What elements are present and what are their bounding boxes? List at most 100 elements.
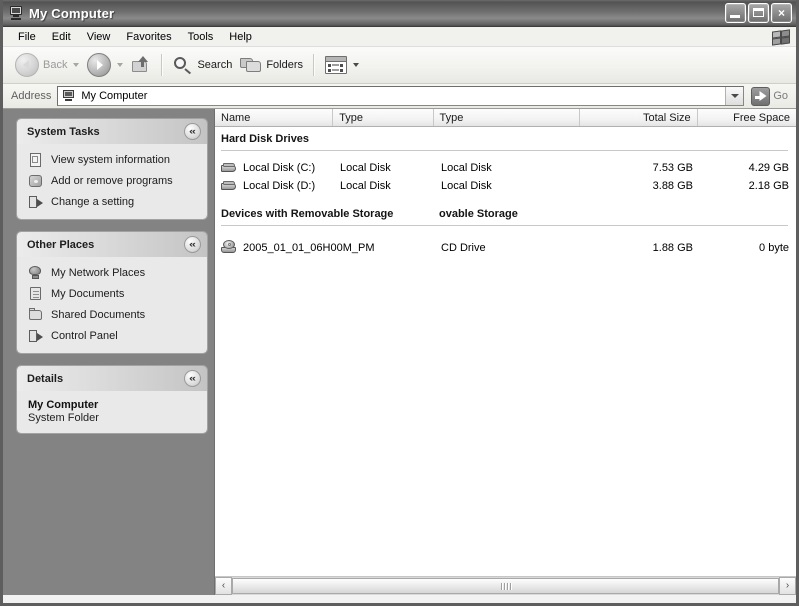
hard-disk-icon — [221, 179, 238, 193]
cell-free-space: 2.18 GB — [748, 179, 789, 192]
search-icon — [173, 55, 193, 75]
table-row[interactable]: Local Disk (D:) Local Disk Local Disk 3.… — [215, 177, 796, 194]
column-header-row: Name Type Type Total Size Free Space — [215, 109, 796, 127]
cell-type-2: CD Drive — [441, 241, 486, 254]
panel-header-other-places[interactable]: Other Places « — [17, 232, 207, 257]
scrollbar-thumb[interactable] — [232, 578, 779, 594]
column-header-name[interactable]: Name — [215, 109, 334, 126]
row-name-label: 2005_01_01_06H00M_PM — [243, 241, 375, 254]
scroll-right-button[interactable]: › — [779, 577, 796, 595]
address-input[interactable]: My Computer — [57, 86, 745, 106]
row-name-label: Local Disk (D:) — [243, 179, 316, 192]
panel-other-places: Other Places « My Network Places My Docu… — [17, 232, 207, 353]
column-header-total-size[interactable]: Total Size — [580, 109, 698, 126]
collapse-button-other-places[interactable]: « — [184, 236, 201, 253]
sidebar-item-label: My Network Places — [51, 267, 146, 279]
up-button[interactable] — [127, 50, 155, 80]
column-header-type-2[interactable]: Type — [434, 109, 581, 126]
go-button[interactable]: Go — [751, 86, 792, 106]
address-dropdown-button[interactable] — [725, 87, 744, 105]
back-dropdown-icon[interactable] — [73, 63, 80, 67]
table-row[interactable]: 2005_01_01_06H00M_PM CD Drive 1.88 GB 0 … — [215, 239, 796, 256]
panel-header-system-tasks[interactable]: System Tasks « — [17, 119, 207, 144]
sidebar-item-label: Change a setting — [51, 196, 135, 208]
panel-body-system-tasks: View system information Add or remove pr… — [17, 144, 207, 219]
menu-item-view[interactable]: View — [79, 29, 119, 45]
sidebar-item-my-documents[interactable]: My Documents — [28, 286, 199, 302]
back-label: Back — [43, 59, 68, 71]
close-icon: × — [777, 6, 785, 20]
minimize-button[interactable] — [725, 3, 746, 23]
cell-type-1: Local Disk — [340, 161, 391, 174]
folders-button[interactable]: Folders — [236, 50, 307, 80]
back-button[interactable]: Back — [11, 50, 83, 80]
network-places-icon — [28, 265, 44, 281]
panel-system-tasks: System Tasks « View system information A… — [17, 119, 207, 219]
group-header-hard-disk-drives[interactable]: Hard Disk Drives — [221, 133, 309, 145]
address-label: Address — [11, 90, 52, 102]
add-remove-programs-icon — [28, 173, 44, 189]
horizontal-scrollbar[interactable]: ‹ › — [215, 576, 796, 595]
repaint-artifact-text: ovable Storage — [439, 208, 518, 220]
table-row[interactable]: Local Disk (C:) Local Disk Local Disk 7.… — [215, 159, 796, 176]
cell-type-2: Local Disk — [441, 179, 492, 192]
up-folder-icon — [131, 55, 151, 75]
my-computer-small-icon — [62, 89, 76, 103]
forward-button[interactable] — [83, 50, 127, 80]
hard-disk-icon — [221, 161, 238, 175]
file-list-pane: Name Type Type Total Size Free Space Har… — [215, 109, 796, 595]
task-pane: System Tasks « View system information A… — [3, 109, 215, 595]
shared-documents-folder-icon — [28, 307, 44, 323]
search-button[interactable]: Search — [169, 50, 236, 80]
sidebar-item-control-panel[interactable]: Control Panel — [28, 328, 199, 344]
menu-item-edit[interactable]: Edit — [44, 29, 79, 45]
chevron-up-icon: « — [188, 126, 197, 136]
views-grid-icon — [325, 56, 348, 74]
collapse-button-system-tasks[interactable]: « — [184, 123, 201, 140]
toolbar: Back Search Folders — [3, 47, 796, 84]
scroll-left-button[interactable]: ‹ — [215, 577, 232, 595]
menu-item-favorites[interactable]: Favorites — [118, 29, 179, 45]
views-button[interactable] — [321, 50, 363, 80]
cd-drive-icon — [221, 240, 238, 255]
cell-free-space: 4.29 GB — [748, 161, 789, 174]
sidebar-item-shared-documents[interactable]: Shared Documents — [28, 307, 199, 323]
panel-title-other-places: Other Places — [27, 238, 95, 251]
menu-item-tools[interactable]: Tools — [180, 29, 222, 45]
search-label: Search — [197, 59, 233, 71]
forward-dropdown-icon[interactable] — [117, 63, 124, 67]
panel-header-details[interactable]: Details « — [17, 366, 207, 391]
cell-type-2: Local Disk — [441, 161, 492, 174]
column-header-free-space[interactable]: Free Space — [698, 109, 796, 126]
my-computer-icon — [8, 5, 24, 21]
menu-bar: File Edit View Favorites Tools Help — [3, 27, 796, 47]
panel-body-details: My Computer System Folder — [17, 391, 207, 433]
close-button[interactable]: × — [771, 3, 792, 23]
title-bar[interactable]: My Computer × — [3, 0, 796, 27]
menu-item-help[interactable]: Help — [221, 29, 260, 45]
chevron-up-icon: « — [188, 239, 197, 249]
cell-total-size: 3.88 GB — [652, 179, 693, 192]
collapse-button-details[interactable]: « — [184, 370, 201, 387]
maximize-button[interactable] — [748, 3, 769, 23]
folders-icon — [240, 56, 262, 74]
sidebar-item-label: Control Panel — [51, 330, 118, 342]
sidebar-item-my-network-places[interactable]: My Network Places — [28, 265, 199, 281]
cell-total-size: 1.88 GB — [652, 241, 693, 254]
scrollbar-track[interactable] — [232, 577, 779, 595]
details-type: System Folder — [28, 412, 99, 424]
toolbar-separator-1 — [161, 54, 164, 76]
views-dropdown-icon[interactable] — [353, 63, 360, 67]
sidebar-item-view-system-information[interactable]: View system information — [28, 152, 199, 168]
details-name: My Computer — [28, 399, 99, 411]
sidebar-item-add-or-remove-programs[interactable]: Add or remove programs — [28, 173, 199, 189]
sidebar-item-change-a-setting[interactable]: Change a setting — [28, 194, 199, 210]
file-list[interactable]: Hard Disk Drives Local Disk (C:) Local D… — [215, 127, 796, 576]
column-header-type-1[interactable]: Type — [333, 109, 434, 126]
menu-item-file[interactable]: File — [10, 29, 44, 45]
panel-title-details: Details — [27, 372, 64, 385]
panel-title-system-tasks: System Tasks — [27, 125, 100, 138]
windows-flag-icon — [768, 28, 790, 46]
sidebar-item-label: My Documents — [51, 288, 125, 300]
group-header-removable-storage[interactable]: Devices with Removable Storage — [221, 208, 393, 220]
